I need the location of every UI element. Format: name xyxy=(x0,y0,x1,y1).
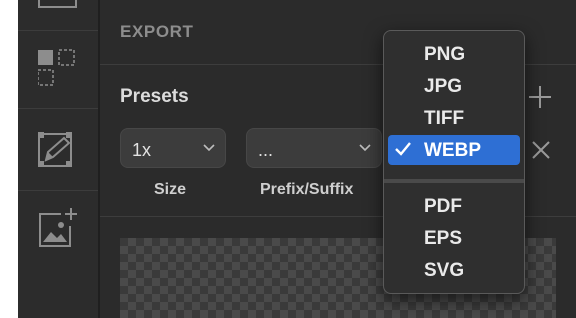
menu-separator xyxy=(384,179,524,183)
prefix-suffix-select[interactable]: ... xyxy=(246,128,382,168)
menu-item-png[interactable]: PNG xyxy=(388,39,520,69)
format-dropdown-menu: PNG JPG TIFF WEBP PDF EPS SVG xyxy=(383,30,525,294)
menu-item-label: TIFF xyxy=(424,108,465,129)
menu-item-webp[interactable]: WEBP xyxy=(388,135,520,165)
artboard-icon[interactable] xyxy=(38,0,78,10)
menu-item-label: PDF xyxy=(424,196,462,217)
chevron-down-icon xyxy=(203,144,215,152)
presets-title: Presets xyxy=(120,86,189,107)
tool-rail xyxy=(18,0,98,318)
rail-divider xyxy=(18,30,98,31)
chevron-down-icon xyxy=(359,144,371,152)
rail-divider xyxy=(18,190,98,191)
add-image-icon[interactable] xyxy=(38,208,78,248)
close-icon[interactable] xyxy=(530,139,552,161)
menu-item-label: SVG xyxy=(424,260,465,281)
plus-icon[interactable] xyxy=(527,84,553,110)
prefix-suffix-value: ... xyxy=(258,140,274,160)
rail-divider xyxy=(18,108,98,109)
menu-item-pdf[interactable]: PDF xyxy=(388,191,520,221)
menu-item-label: WEBP xyxy=(424,140,481,161)
section-title: EXPORT xyxy=(120,22,194,41)
menu-item-label: PNG xyxy=(424,44,466,65)
edit-slice-icon[interactable] xyxy=(38,128,78,170)
menu-item-eps[interactable]: EPS xyxy=(388,223,520,253)
menu-item-svg[interactable]: SVG xyxy=(388,255,520,285)
size-label: Size xyxy=(154,181,187,198)
select-slice-icon[interactable] xyxy=(38,48,78,88)
menu-item-jpg[interactable]: JPG xyxy=(388,71,520,101)
menu-item-tiff[interactable]: TIFF xyxy=(388,103,520,133)
menu-item-label: EPS xyxy=(424,228,463,249)
prefix-suffix-label: Prefix/Suffix xyxy=(260,181,354,198)
menu-item-label: JPG xyxy=(424,76,463,97)
checkmark-icon xyxy=(395,142,411,156)
size-select-value: 1x xyxy=(132,140,152,160)
size-select[interactable]: 1x xyxy=(120,128,226,168)
